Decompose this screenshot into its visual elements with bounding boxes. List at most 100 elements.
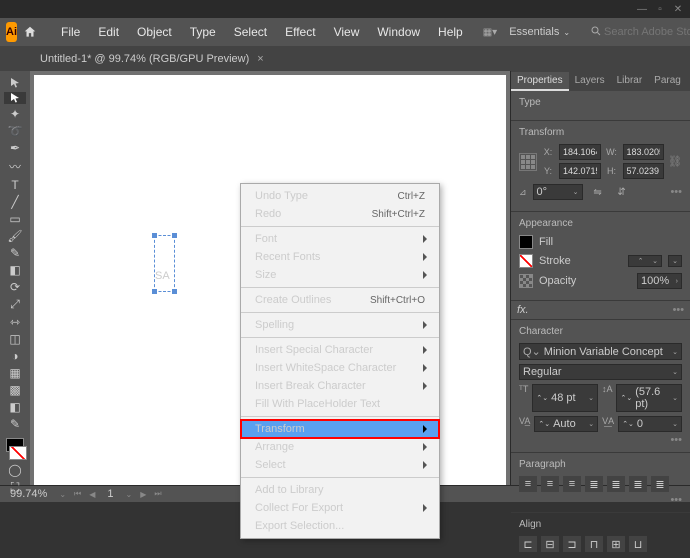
menu-edit[interactable]: Edit — [90, 21, 127, 43]
perspective-tool[interactable]: ▦ — [4, 366, 26, 380]
anchor-handle[interactable] — [152, 289, 157, 294]
tracking-input[interactable]: ⌃⌄0⌄ — [618, 416, 682, 432]
color-swatches[interactable] — [3, 438, 27, 460]
kerning-input[interactable]: ⌃⌄Auto⌄ — [534, 416, 598, 432]
flip-v-icon[interactable]: ⇵ — [613, 184, 631, 200]
font-family-select[interactable]: Q⌄Minion Variable Concept⌄ — [519, 343, 682, 360]
selection-tool[interactable] — [4, 77, 26, 89]
type-tool[interactable]: T — [4, 178, 26, 192]
align-v-center-icon[interactable]: ⊞ — [607, 536, 625, 552]
paintbrush-tool[interactable]: 🖌 — [4, 229, 26, 243]
h-input[interactable] — [623, 163, 665, 179]
stroke-weight-input[interactable]: ⌃⌄ — [628, 255, 662, 267]
flip-h-icon[interactable]: ⇋ — [589, 184, 607, 200]
leading-input[interactable]: ⌃⌄(57.6 pt)⌄ — [616, 384, 682, 412]
last-artboard-icon[interactable]: ⏭ — [154, 489, 161, 499]
rotate-input[interactable]: 0°⌄ — [533, 184, 583, 200]
pen-tool[interactable]: ✒ — [4, 141, 26, 155]
screen-mode-icon[interactable]: ⛶ — [4, 480, 26, 495]
menu-effect[interactable]: Effect — [277, 21, 323, 43]
text-object[interactable]: SA — [154, 235, 175, 292]
line-tool[interactable]: ╱ — [4, 195, 26, 209]
maximize-button[interactable]: ▫ — [654, 3, 666, 15]
context-item-create-outlines[interactable]: Create OutlinesShift+Ctrl+O — [241, 291, 439, 309]
menu-type[interactable]: Type — [182, 21, 224, 43]
menu-object[interactable]: Object — [129, 21, 180, 43]
search-icon[interactable] — [590, 25, 602, 40]
menu-help[interactable]: Help — [430, 21, 471, 43]
menu-select[interactable]: Select — [226, 21, 275, 43]
link-wh-icon[interactable]: ⛓ — [668, 155, 682, 168]
first-artboard-icon[interactable]: ⏮ — [74, 489, 81, 499]
close-tab-icon[interactable]: × — [257, 53, 263, 65]
context-item-spelling[interactable]: Spelling — [241, 316, 439, 334]
canvas[interactable]: SA Undo TypeCtrl+ZRedoShift+Ctrl+ZFontRe… — [34, 75, 506, 485]
menu-file[interactable]: File — [53, 21, 88, 43]
context-item-add-to-library[interactable]: Add to Library — [241, 481, 439, 499]
justify-left-icon[interactable]: ≣ — [585, 476, 603, 492]
next-artboard-icon[interactable]: ▶ — [140, 490, 146, 499]
app-logo[interactable]: Ai — [6, 22, 17, 42]
home-icon[interactable] — [23, 21, 37, 43]
lasso-tool[interactable]: ➰ — [4, 124, 26, 138]
search-input[interactable] — [604, 26, 690, 38]
context-item-arrange[interactable]: Arrange — [241, 438, 439, 456]
more-options-icon[interactable]: ••• — [670, 434, 682, 446]
tab-paragraph[interactable]: Parag — [648, 72, 687, 91]
background-swatch[interactable] — [9, 446, 27, 460]
tab-properties[interactable]: Properties — [511, 72, 569, 91]
context-item-fill-with-placeholder-text[interactable]: Fill With PlaceHolder Text — [241, 395, 439, 413]
shape-builder-tool[interactable]: ◑ — [4, 349, 26, 363]
w-input[interactable] — [623, 144, 665, 160]
free-transform-tool[interactable]: ◫ — [4, 332, 26, 346]
tab-libraries[interactable]: Librar — [611, 72, 649, 91]
curvature-tool[interactable]: 〰 — [4, 158, 26, 175]
context-item-recent-fonts[interactable]: Recent Fonts — [241, 248, 439, 266]
align-v-top-icon[interactable]: ⊓ — [585, 536, 603, 552]
context-item-insert-break-character[interactable]: Insert Break Character — [241, 377, 439, 395]
anchor-handle[interactable] — [172, 233, 177, 238]
draw-mode-icon[interactable]: ◯ — [4, 463, 26, 477]
menu-view[interactable]: View — [326, 21, 368, 43]
align-center-icon[interactable]: ≡ — [541, 476, 559, 492]
stroke-swatch[interactable] — [519, 254, 533, 268]
workspace-switcher[interactable]: Essentials ⌄ — [501, 24, 578, 40]
align-h-right-icon[interactable]: ⊐ — [563, 536, 581, 552]
justify-center-icon[interactable]: ≣ — [607, 476, 625, 492]
align-h-left-icon[interactable]: ⊏ — [519, 536, 537, 552]
width-tool[interactable]: ⇿ — [4, 315, 26, 329]
y-input[interactable] — [559, 163, 601, 179]
reference-point-icon[interactable] — [519, 153, 537, 171]
context-item-size[interactable]: Size — [241, 266, 439, 284]
context-item-font[interactable]: Font — [241, 230, 439, 248]
direct-selection-tool[interactable] — [4, 92, 26, 104]
align-h-center-icon[interactable]: ⊟ — [541, 536, 559, 552]
align-right-icon[interactable]: ≡ — [563, 476, 581, 492]
opacity-input[interactable]: 100%› — [637, 273, 682, 289]
rectangle-tool[interactable]: ▭ — [4, 212, 26, 226]
document-tab[interactable]: Untitled-1* @ 99.74% (RGB/GPU Preview) × — [30, 49, 274, 69]
context-item-export-selection-[interactable]: Export Selection... — [241, 517, 439, 535]
more-options-icon[interactable]: ••• — [670, 494, 682, 506]
more-options-icon[interactable]: ••• — [672, 304, 684, 316]
opacity-swatch[interactable] — [519, 274, 533, 288]
tab-layers[interactable]: Layers — [569, 72, 611, 91]
context-item-select[interactable]: Select — [241, 456, 439, 474]
gradient-tool[interactable]: ◧ — [4, 400, 26, 414]
justify-all-icon[interactable]: ≣ — [651, 476, 669, 492]
context-item-insert-special-character[interactable]: Insert Special Character — [241, 341, 439, 359]
font-size-input[interactable]: ⌃⌄48 pt⌄ — [532, 384, 598, 412]
artboard-number[interactable]: 1 — [103, 488, 117, 500]
shaper-tool[interactable]: ✎ — [4, 246, 26, 260]
eraser-tool[interactable]: ◧ — [4, 263, 26, 277]
stroke-profile[interactable]: ⌄ — [668, 255, 682, 267]
anchor-handle[interactable] — [172, 289, 177, 294]
justify-right-icon[interactable]: ≣ — [629, 476, 647, 492]
eyedropper-tool[interactable]: ✎ — [4, 417, 26, 431]
anchor-handle[interactable] — [152, 233, 157, 238]
arrange-docs-icon[interactable]: ▦▾ — [483, 24, 497, 40]
fill-swatch[interactable] — [519, 235, 533, 249]
align-left-icon[interactable]: ≡ — [519, 476, 537, 492]
more-options-icon[interactable]: ••• — [670, 186, 682, 198]
align-v-bottom-icon[interactable]: ⊔ — [629, 536, 647, 552]
